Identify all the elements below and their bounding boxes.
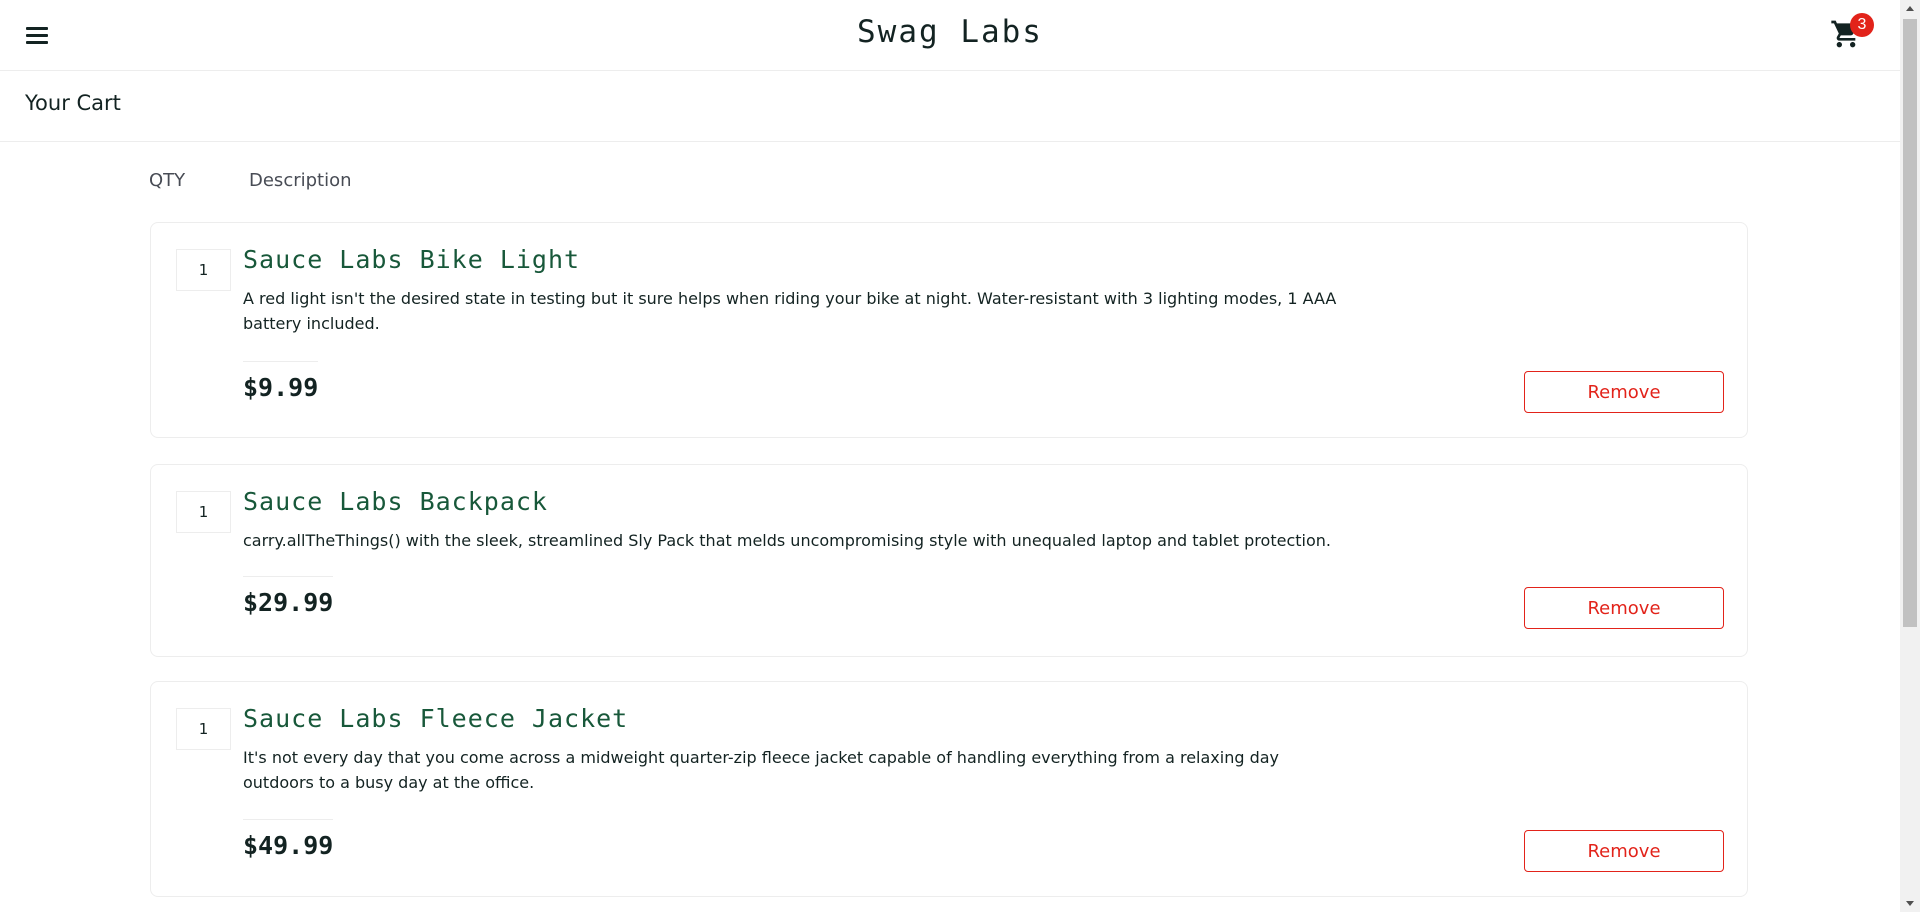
primary-header: Swag Labs 3 [0, 0, 1900, 71]
price-divider [243, 819, 333, 820]
scrollbar-thumb[interactable] [1903, 19, 1917, 627]
item-name-link[interactable]: Sauce Labs Bike Light [243, 245, 580, 274]
item-description: carry.allTheThings() with the sleek, str… [243, 531, 1331, 550]
price-divider [243, 361, 318, 362]
qty-column-label: QTY [149, 170, 186, 191]
item-quantity: 1 [176, 249, 231, 291]
secondary-header: Your Cart [0, 71, 1900, 142]
item-description: It's not every day that you come across … [243, 748, 1280, 792]
remove-button[interactable]: Remove [1524, 371, 1724, 413]
description-column-label: Description [249, 170, 352, 191]
scroll-up-arrow-icon[interactable] [1900, 0, 1920, 17]
page-title: Your Cart [25, 91, 121, 115]
item-description: A red light isn't the desired state in t… [243, 289, 1337, 333]
cart-item: 1 Sauce Labs Fleece Jacket It's not ever… [150, 681, 1748, 897]
cart-badge[interactable]: 3 [1850, 13, 1874, 37]
scroll-down-svg [1906, 901, 1914, 906]
item-price: $9.99 [243, 373, 319, 402]
cart-item: 1 Sauce Labs Bike Light A red light isn'… [150, 222, 1748, 438]
item-quantity: 1 [176, 491, 231, 533]
price-divider [243, 576, 333, 577]
vertical-scrollbar[interactable] [1900, 0, 1920, 912]
remove-button[interactable]: Remove [1524, 587, 1724, 629]
item-name-link[interactable]: Sauce Labs Fleece Jacket [243, 704, 628, 733]
item-price: $49.99 [243, 831, 334, 860]
cart-item: 1 Sauce Labs Backpack carry.allTheThings… [150, 464, 1748, 657]
app-container: Swag Labs 3 Your Cart QTY Description 1 … [0, 0, 1900, 912]
item-price: $29.99 [243, 588, 334, 617]
scroll-up-svg [1906, 6, 1914, 11]
scroll-down-arrow-icon[interactable] [1900, 895, 1920, 912]
app-logo: Swag Labs [857, 14, 1043, 50]
remove-button[interactable]: Remove [1524, 830, 1724, 872]
item-name-link[interactable]: Sauce Labs Backpack [243, 487, 548, 516]
item-quantity: 1 [176, 708, 231, 750]
